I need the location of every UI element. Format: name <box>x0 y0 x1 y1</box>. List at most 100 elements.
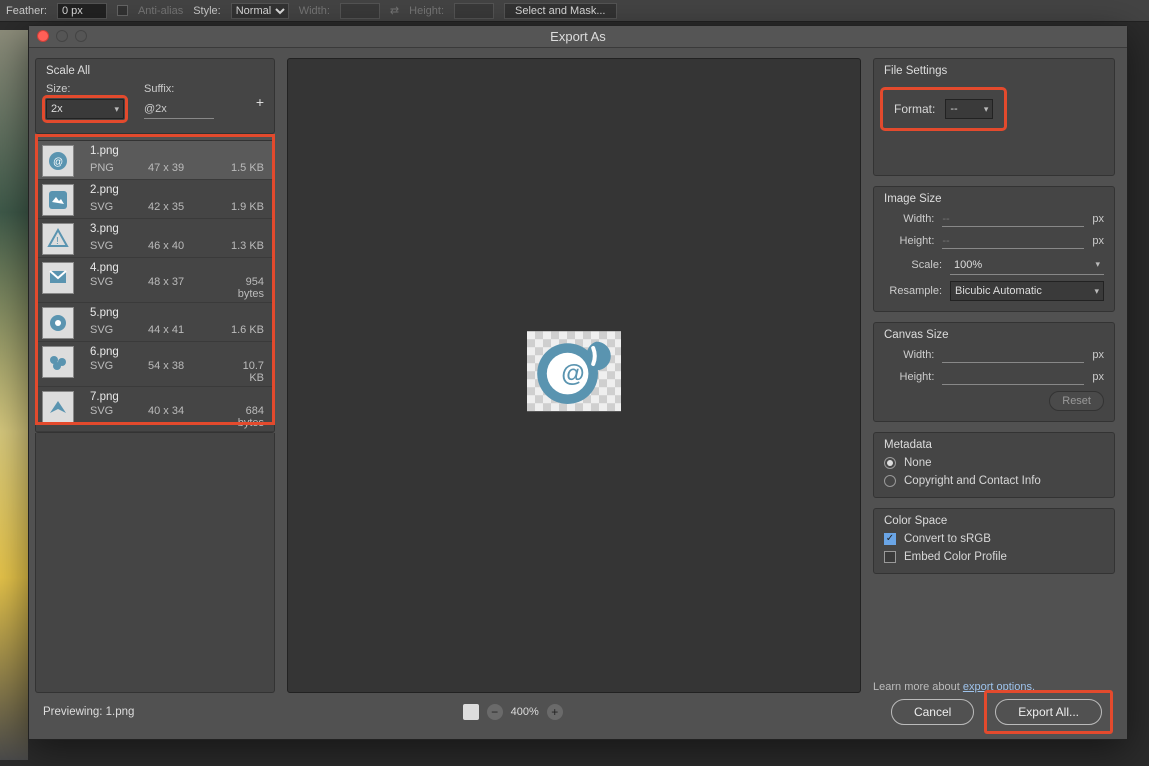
cs-width-label: Width: <box>884 349 934 361</box>
asset-list[interactable]: @1.pngPNG47 x 391.5 KB2.pngSVG42 x 351.9… <box>35 140 275 433</box>
is-scale-select[interactable]: 100% ▾ <box>950 255 1104 275</box>
asset-name: 6.png <box>90 346 264 358</box>
asset-format: PNG <box>90 162 140 174</box>
metadata-none-radio[interactable] <box>884 457 896 469</box>
srgb-checkbox[interactable] <box>884 533 896 545</box>
antialias-label: Anti-alias <box>138 5 183 17</box>
asset-thumb <box>42 262 74 294</box>
chevron-down-icon: ▾ <box>114 104 119 115</box>
embed-profile-checkbox[interactable] <box>884 551 896 563</box>
asset-row[interactable]: 6.pngSVG54 x 3810.7 KB <box>36 342 274 387</box>
color-space-panel: Color Space Convert to sRGB Embed Color … <box>873 508 1115 574</box>
metadata-panel: Metadata None Copyright and Contact Info <box>873 432 1115 498</box>
asset-thumb <box>42 346 74 378</box>
select-and-mask-button[interactable]: Select and Mask... <box>504 3 617 19</box>
cs-height-label: Height: <box>884 371 934 383</box>
height-label: Height: <box>409 5 444 17</box>
asset-row[interactable]: @1.pngPNG47 x 391.5 KB <box>36 141 274 180</box>
maximize-icon <box>75 30 87 42</box>
add-scale-button[interactable]: + <box>256 94 264 110</box>
dialog-title: Export As <box>550 29 606 44</box>
asset-thumb: @ <box>42 145 74 177</box>
asset-dimensions: 46 x 40 <box>148 240 218 252</box>
asset-filesize: 684 bytes <box>226 405 264 429</box>
cancel-button[interactable]: Cancel <box>891 699 974 725</box>
file-settings-panel: File Settings Format: -- ▾ <box>873 58 1115 176</box>
width-label: Width: <box>299 5 330 17</box>
titlebar: Export As <box>29 26 1127 48</box>
asset-row[interactable]: !3.pngSVG46 x 401.3 KB <box>36 219 274 258</box>
size-label: Size: <box>46 83 124 95</box>
suffix-label: Suffix: <box>144 83 214 95</box>
fit-icon[interactable] <box>463 704 479 720</box>
asset-filesize: 954 bytes <box>226 276 264 300</box>
preview-image: @ <box>532 335 616 407</box>
asset-filesize: 1.5 KB <box>226 162 264 174</box>
canvas-size-panel: Canvas Size Width: px Height: px Reset <box>873 322 1115 422</box>
asset-dimensions: 44 x 41 <box>148 324 218 336</box>
asset-filesize: 1.3 KB <box>226 240 264 252</box>
metadata-copyright-label: Copyright and Contact Info <box>904 475 1041 487</box>
asset-filesize: 1.6 KB <box>226 324 264 336</box>
is-resample-select[interactable]: Bicubic Automatic ▾ <box>950 281 1104 301</box>
zoom-controls: − 400% + <box>463 704 563 720</box>
asset-dimensions: 54 x 38 <box>148 360 218 372</box>
asset-thumb <box>42 307 74 339</box>
is-height-input[interactable] <box>942 233 1084 249</box>
cs-width-input[interactable] <box>942 347 1084 363</box>
asset-row[interactable]: 7.pngSVG40 x 34684 bytes <box>36 387 274 432</box>
preview-area[interactable]: @ <box>287 58 861 693</box>
asset-list-empty-space <box>35 433 275 693</box>
chevron-down-icon: ▾ <box>984 104 989 115</box>
reset-button[interactable]: Reset <box>1049 391 1104 411</box>
chevron-down-icon: ▾ <box>1095 259 1100 270</box>
asset-name: 3.png <box>90 223 264 235</box>
image-size-panel: Image Size Width: px Height: px Scale: 1… <box>873 186 1115 312</box>
export-all-button[interactable]: Export All... <box>995 699 1102 725</box>
asset-row[interactable]: 4.pngSVG48 x 37954 bytes <box>36 258 274 303</box>
window-controls <box>37 30 87 42</box>
asset-format: SVG <box>90 201 140 213</box>
antialias-checkbox[interactable] <box>117 5 128 16</box>
style-select[interactable]: Normal <box>231 3 289 19</box>
asset-format: SVG <box>90 324 140 336</box>
asset-name: 4.png <box>90 262 264 274</box>
color-space-title: Color Space <box>884 515 1104 527</box>
is-height-label: Height: <box>884 235 934 247</box>
asset-row[interactable]: 5.png SVG 44 x 41 1.6 KB <box>36 303 274 342</box>
asset-thumb <box>42 184 74 216</box>
image-size-title: Image Size <box>884 193 1104 205</box>
format-label: Format: <box>894 102 935 116</box>
feather-label: Feather: <box>6 5 47 17</box>
background-document <box>0 30 28 760</box>
metadata-none-label: None <box>904 457 932 469</box>
swap-icon: ⇄ <box>390 4 399 17</box>
feather-input[interactable] <box>57 3 107 19</box>
width-input <box>340 3 380 19</box>
asset-dimensions: 42 x 35 <box>148 201 218 213</box>
svg-text:!: ! <box>56 236 59 247</box>
size-select[interactable]: 2x ▾ <box>46 99 124 119</box>
asset-name: 1.png <box>90 145 264 157</box>
dialog-footer: Previewing: 1.png − 400% + Cancel Export… <box>29 693 1127 739</box>
is-width-label: Width: <box>884 213 934 225</box>
close-icon[interactable] <box>37 30 49 42</box>
format-select[interactable]: -- ▾ <box>945 99 993 119</box>
previewing-label: Previewing: 1.png <box>43 706 134 718</box>
file-settings-title: File Settings <box>884 65 1104 77</box>
suffix-input[interactable] <box>144 99 214 119</box>
is-width-input[interactable] <box>942 211 1084 227</box>
asset-row[interactable]: 2.pngSVG42 x 351.9 KB <box>36 180 274 219</box>
preview-canvas: @ <box>527 331 621 411</box>
asset-thumb <box>42 391 74 423</box>
asset-name: 5.png <box>90 307 264 319</box>
export-as-dialog: Export As Scale All Size: 2x ▾ Suffix: <box>28 25 1128 740</box>
chevron-down-icon: ▾ <box>1094 286 1099 297</box>
asset-dimensions: 48 x 37 <box>148 276 218 288</box>
metadata-copyright-radio[interactable] <box>884 475 896 487</box>
zoom-in-button[interactable]: + <box>547 704 563 720</box>
cs-height-input[interactable] <box>942 369 1084 385</box>
zoom-out-button[interactable]: − <box>487 704 503 720</box>
scale-all-panel: Scale All Size: 2x ▾ Suffix: + <box>35 58 275 134</box>
scale-all-title: Scale All <box>46 65 264 77</box>
